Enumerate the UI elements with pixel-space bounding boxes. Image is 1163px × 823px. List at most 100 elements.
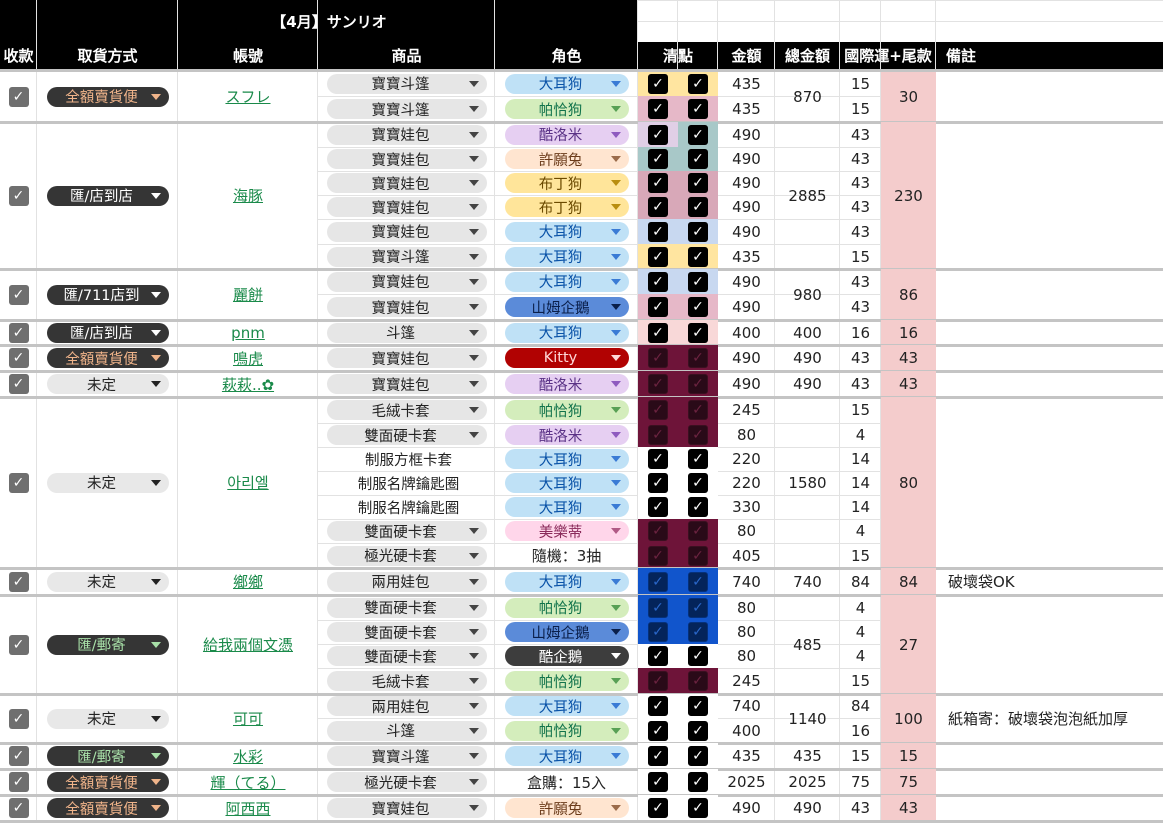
account-link[interactable]: 水彩 bbox=[233, 746, 263, 767]
product-dropdown[interactable]: 寶寶娃包 bbox=[326, 173, 487, 193]
count-checkbox[interactable]: ✓ bbox=[648, 449, 668, 469]
product-dropdown[interactable]: 制服名牌鑰匙圈 bbox=[327, 497, 487, 517]
count-checkbox[interactable]: ✓ bbox=[688, 271, 708, 292]
product-dropdown[interactable]: 斗篷 bbox=[326, 720, 487, 741]
count-checkbox[interactable]: ✓ bbox=[648, 197, 668, 217]
account-link[interactable]: 海豚 bbox=[233, 185, 263, 206]
product-dropdown[interactable]: 寶寶娃包 bbox=[326, 149, 487, 169]
product-dropdown[interactable]: 制服方框卡套 bbox=[327, 449, 487, 469]
pickup-dropdown[interactable]: 全額賣貨便 bbox=[46, 86, 169, 107]
count-checkbox[interactable]: ✓ bbox=[688, 720, 708, 741]
received-checkbox[interactable]: ✓ bbox=[8, 284, 29, 305]
account-link[interactable]: 鄉鄉 bbox=[233, 571, 263, 592]
product-dropdown[interactable]: 極光硬卡套 bbox=[326, 545, 487, 566]
count-checkbox[interactable]: ✓ bbox=[648, 221, 668, 242]
character-dropdown[interactable]: 大耳狗 bbox=[504, 271, 629, 292]
count-checkbox[interactable]: ✓ bbox=[648, 720, 668, 741]
count-checkbox[interactable]: ✓ bbox=[688, 425, 708, 445]
received-checkbox[interactable]: ✓ bbox=[8, 634, 29, 655]
pickup-dropdown[interactable]: 匯/店到店 bbox=[46, 322, 169, 343]
count-checkbox[interactable]: ✓ bbox=[648, 622, 668, 642]
count-checkbox[interactable]: ✓ bbox=[688, 798, 708, 818]
count-checkbox[interactable]: ✓ bbox=[648, 772, 668, 792]
character-dropdown[interactable]: 大耳狗 bbox=[504, 473, 629, 493]
count-checkbox[interactable]: ✓ bbox=[688, 400, 708, 420]
count-checkbox[interactable]: ✓ bbox=[688, 246, 708, 267]
pickup-dropdown[interactable]: 匯/711店到 bbox=[46, 284, 169, 305]
pickup-dropdown[interactable]: 匯/郵寄 bbox=[46, 634, 169, 655]
character-dropdown[interactable]: Kitty bbox=[504, 348, 629, 368]
count-checkbox[interactable]: ✓ bbox=[648, 746, 668, 766]
character-dropdown[interactable]: 許願兔 bbox=[504, 149, 629, 169]
product-dropdown[interactable]: 兩用娃包 bbox=[326, 696, 487, 716]
count-checkbox[interactable]: ✓ bbox=[648, 73, 668, 94]
received-checkbox[interactable]: ✓ bbox=[8, 746, 29, 766]
count-checkbox[interactable]: ✓ bbox=[688, 173, 708, 193]
count-checkbox[interactable]: ✓ bbox=[648, 425, 668, 445]
count-checkbox[interactable]: ✓ bbox=[688, 497, 708, 517]
character-dropdown[interactable]: 帕恰狗 bbox=[504, 99, 629, 119]
character-dropdown[interactable]: 酷洛米 bbox=[504, 374, 629, 394]
product-dropdown[interactable]: 毛絨卡套 bbox=[326, 400, 487, 420]
count-checkbox[interactable]: ✓ bbox=[688, 197, 708, 217]
account-link[interactable]: 麗餅 bbox=[233, 284, 263, 305]
count-checkbox[interactable]: ✓ bbox=[688, 99, 708, 119]
product-dropdown[interactable]: 寶寶娃包 bbox=[326, 348, 487, 368]
count-checkbox[interactable]: ✓ bbox=[688, 746, 708, 766]
received-checkbox[interactable]: ✓ bbox=[8, 86, 29, 107]
product-dropdown[interactable]: 寶寶娃包 bbox=[326, 271, 487, 292]
character-dropdown[interactable]: 美樂蒂 bbox=[504, 521, 629, 541]
received-checkbox[interactable]: ✓ bbox=[8, 772, 29, 792]
count-checkbox[interactable]: ✓ bbox=[648, 696, 668, 716]
count-checkbox[interactable]: ✓ bbox=[648, 545, 668, 566]
product-dropdown[interactable]: 寶寶斗篷 bbox=[326, 746, 487, 766]
pickup-dropdown[interactable]: 未定 bbox=[46, 708, 169, 729]
account-link[interactable]: pnm bbox=[231, 324, 265, 342]
character-dropdown[interactable]: 大耳狗 bbox=[504, 571, 629, 592]
account-link[interactable]: 鳴虎 bbox=[233, 348, 263, 369]
character-dropdown[interactable]: 大耳狗 bbox=[504, 497, 629, 517]
product-dropdown[interactable]: 寶寶斗篷 bbox=[326, 73, 487, 94]
count-checkbox[interactable]: ✓ bbox=[648, 571, 668, 592]
count-checkbox[interactable]: ✓ bbox=[688, 374, 708, 394]
count-checkbox[interactable]: ✓ bbox=[648, 473, 668, 493]
count-checkbox[interactable]: ✓ bbox=[648, 297, 668, 317]
character-dropdown[interactable]: 酷企鵝 bbox=[504, 646, 629, 666]
count-checkbox[interactable]: ✓ bbox=[688, 149, 708, 169]
received-checkbox[interactable]: ✓ bbox=[8, 348, 29, 368]
product-dropdown[interactable]: 雙面硬卡套 bbox=[326, 646, 487, 666]
pickup-dropdown[interactable]: 全額賣貨便 bbox=[46, 348, 169, 368]
account-link[interactable]: 可可 bbox=[233, 708, 263, 729]
count-checkbox[interactable]: ✓ bbox=[688, 473, 708, 493]
account-link[interactable]: 阿西西 bbox=[225, 798, 270, 819]
count-checkbox[interactable]: ✓ bbox=[648, 348, 668, 368]
product-dropdown[interactable]: 寶寶斗篷 bbox=[326, 99, 487, 119]
count-checkbox[interactable]: ✓ bbox=[688, 521, 708, 541]
character-dropdown[interactable]: 許願兔 bbox=[504, 798, 629, 818]
count-checkbox[interactable]: ✓ bbox=[648, 646, 668, 666]
product-dropdown[interactable]: 雙面硬卡套 bbox=[326, 622, 487, 642]
count-checkbox[interactable]: ✓ bbox=[648, 497, 668, 517]
count-checkbox[interactable]: ✓ bbox=[688, 124, 708, 145]
count-checkbox[interactable]: ✓ bbox=[648, 173, 668, 193]
count-checkbox[interactable]: ✓ bbox=[688, 671, 708, 691]
character-dropdown[interactable]: 大耳狗 bbox=[504, 449, 629, 469]
account-link[interactable]: 給我兩個文憑 bbox=[203, 634, 293, 655]
product-dropdown[interactable]: 寶寶娃包 bbox=[326, 374, 487, 394]
character-dropdown[interactable]: 帕恰狗 bbox=[504, 400, 629, 420]
count-checkbox[interactable]: ✓ bbox=[688, 348, 708, 368]
product-dropdown[interactable]: 寶寶娃包 bbox=[326, 124, 487, 145]
count-checkbox[interactable]: ✓ bbox=[648, 246, 668, 267]
product-dropdown[interactable]: 雙面硬卡套 bbox=[326, 521, 487, 541]
character-dropdown[interactable]: 大耳狗 bbox=[504, 221, 629, 242]
count-checkbox[interactable]: ✓ bbox=[688, 297, 708, 317]
count-checkbox[interactable]: ✓ bbox=[648, 521, 668, 541]
count-checkbox[interactable]: ✓ bbox=[648, 149, 668, 169]
character-dropdown[interactable]: 大耳狗 bbox=[504, 73, 629, 94]
count-checkbox[interactable]: ✓ bbox=[688, 646, 708, 666]
count-checkbox[interactable]: ✓ bbox=[688, 221, 708, 242]
character-dropdown[interactable]: 酷洛米 bbox=[504, 425, 629, 445]
received-checkbox[interactable]: ✓ bbox=[8, 571, 29, 592]
received-checkbox[interactable]: ✓ bbox=[8, 472, 29, 493]
character-dropdown[interactable]: 大耳狗 bbox=[504, 246, 629, 267]
